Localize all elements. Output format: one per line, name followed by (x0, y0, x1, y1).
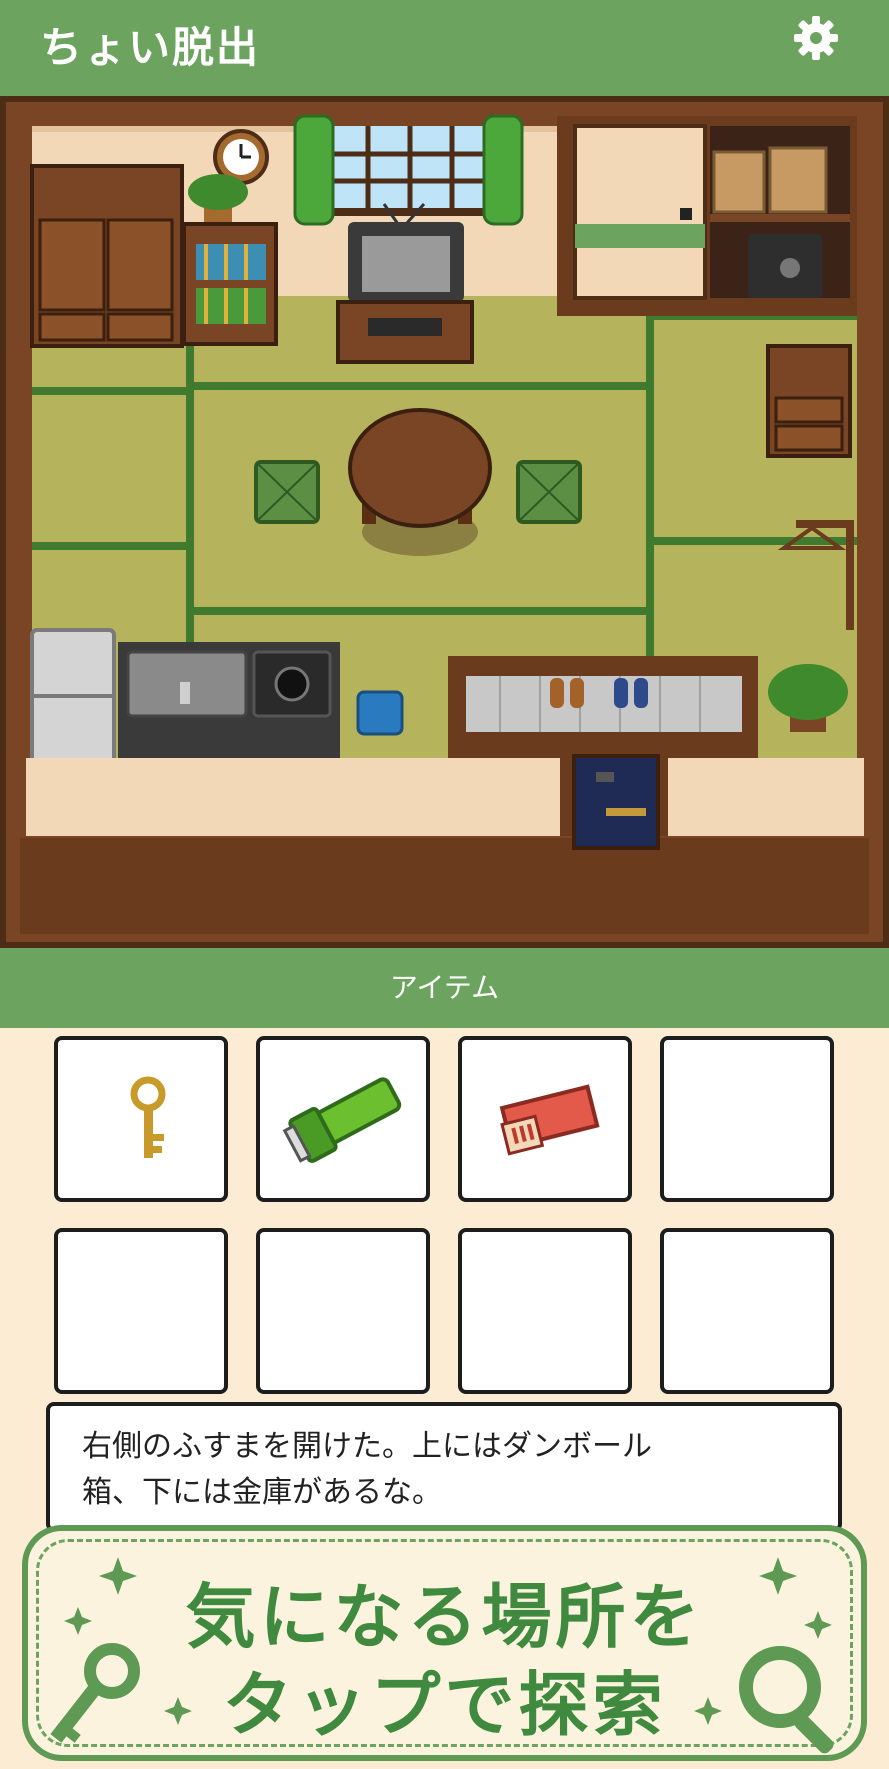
floor-cushion-left[interactable] (254, 460, 320, 524)
front-door[interactable] (572, 754, 660, 850)
items-section-label: アイテム (0, 948, 889, 1028)
matchbox-icon (499, 1084, 600, 1156)
flashlight-icon (282, 1077, 402, 1163)
wardrobe[interactable] (30, 164, 184, 348)
item-slot-6[interactable] (256, 1228, 430, 1394)
item-slot-3[interactable] (458, 1036, 632, 1202)
bedside-drawer[interactable] (766, 344, 852, 458)
safe[interactable] (748, 234, 822, 298)
bookshelf[interactable] (182, 222, 278, 346)
item-slot-5[interactable] (54, 1228, 228, 1394)
kitchen-sink[interactable] (126, 650, 248, 718)
app-title: ちょい脱出 (40, 23, 261, 72)
item-slot-7[interactable] (458, 1228, 632, 1394)
window-with-curtains[interactable] (293, 114, 524, 226)
blue-trash-bin[interactable] (356, 690, 404, 736)
key-icon (130, 1076, 166, 1158)
item-slot-2[interactable] (256, 1036, 430, 1202)
gear-icon[interactable] (790, 12, 842, 64)
cardboard-boxes[interactable] (712, 146, 828, 214)
message-line-2: 箱、下には金庫があるな。 (82, 1475, 442, 1510)
tv-stand[interactable] (336, 300, 474, 364)
room-scene (0, 96, 889, 948)
fusuma-sliding-door[interactable] (573, 124, 707, 300)
floor-cushion-right[interactable] (516, 460, 582, 524)
item-slot-1[interactable] (54, 1036, 228, 1202)
app-header: ちょい脱出 (0, 0, 889, 96)
message-line-1: 右側のふすまを開けた。上にはダンボール (82, 1429, 652, 1464)
stove[interactable] (252, 650, 332, 718)
banner-line-2: タップで探索 (222, 1664, 667, 1746)
explore-hint-banner[interactable]: 気になる場所を タップで探索 (22, 1525, 867, 1761)
shoe-entrance[interactable] (466, 676, 742, 732)
banner-line-1: 気になる場所を (185, 1576, 704, 1658)
room-map (0, 96, 889, 948)
message-box: 右側のふすまを開けた。上にはダンボール 箱、下には金庫があるな。 (46, 1402, 842, 1532)
item-slot-8[interactable] (660, 1228, 834, 1394)
item-slot-4[interactable] (660, 1036, 834, 1202)
low-round-table[interactable] (348, 408, 492, 556)
